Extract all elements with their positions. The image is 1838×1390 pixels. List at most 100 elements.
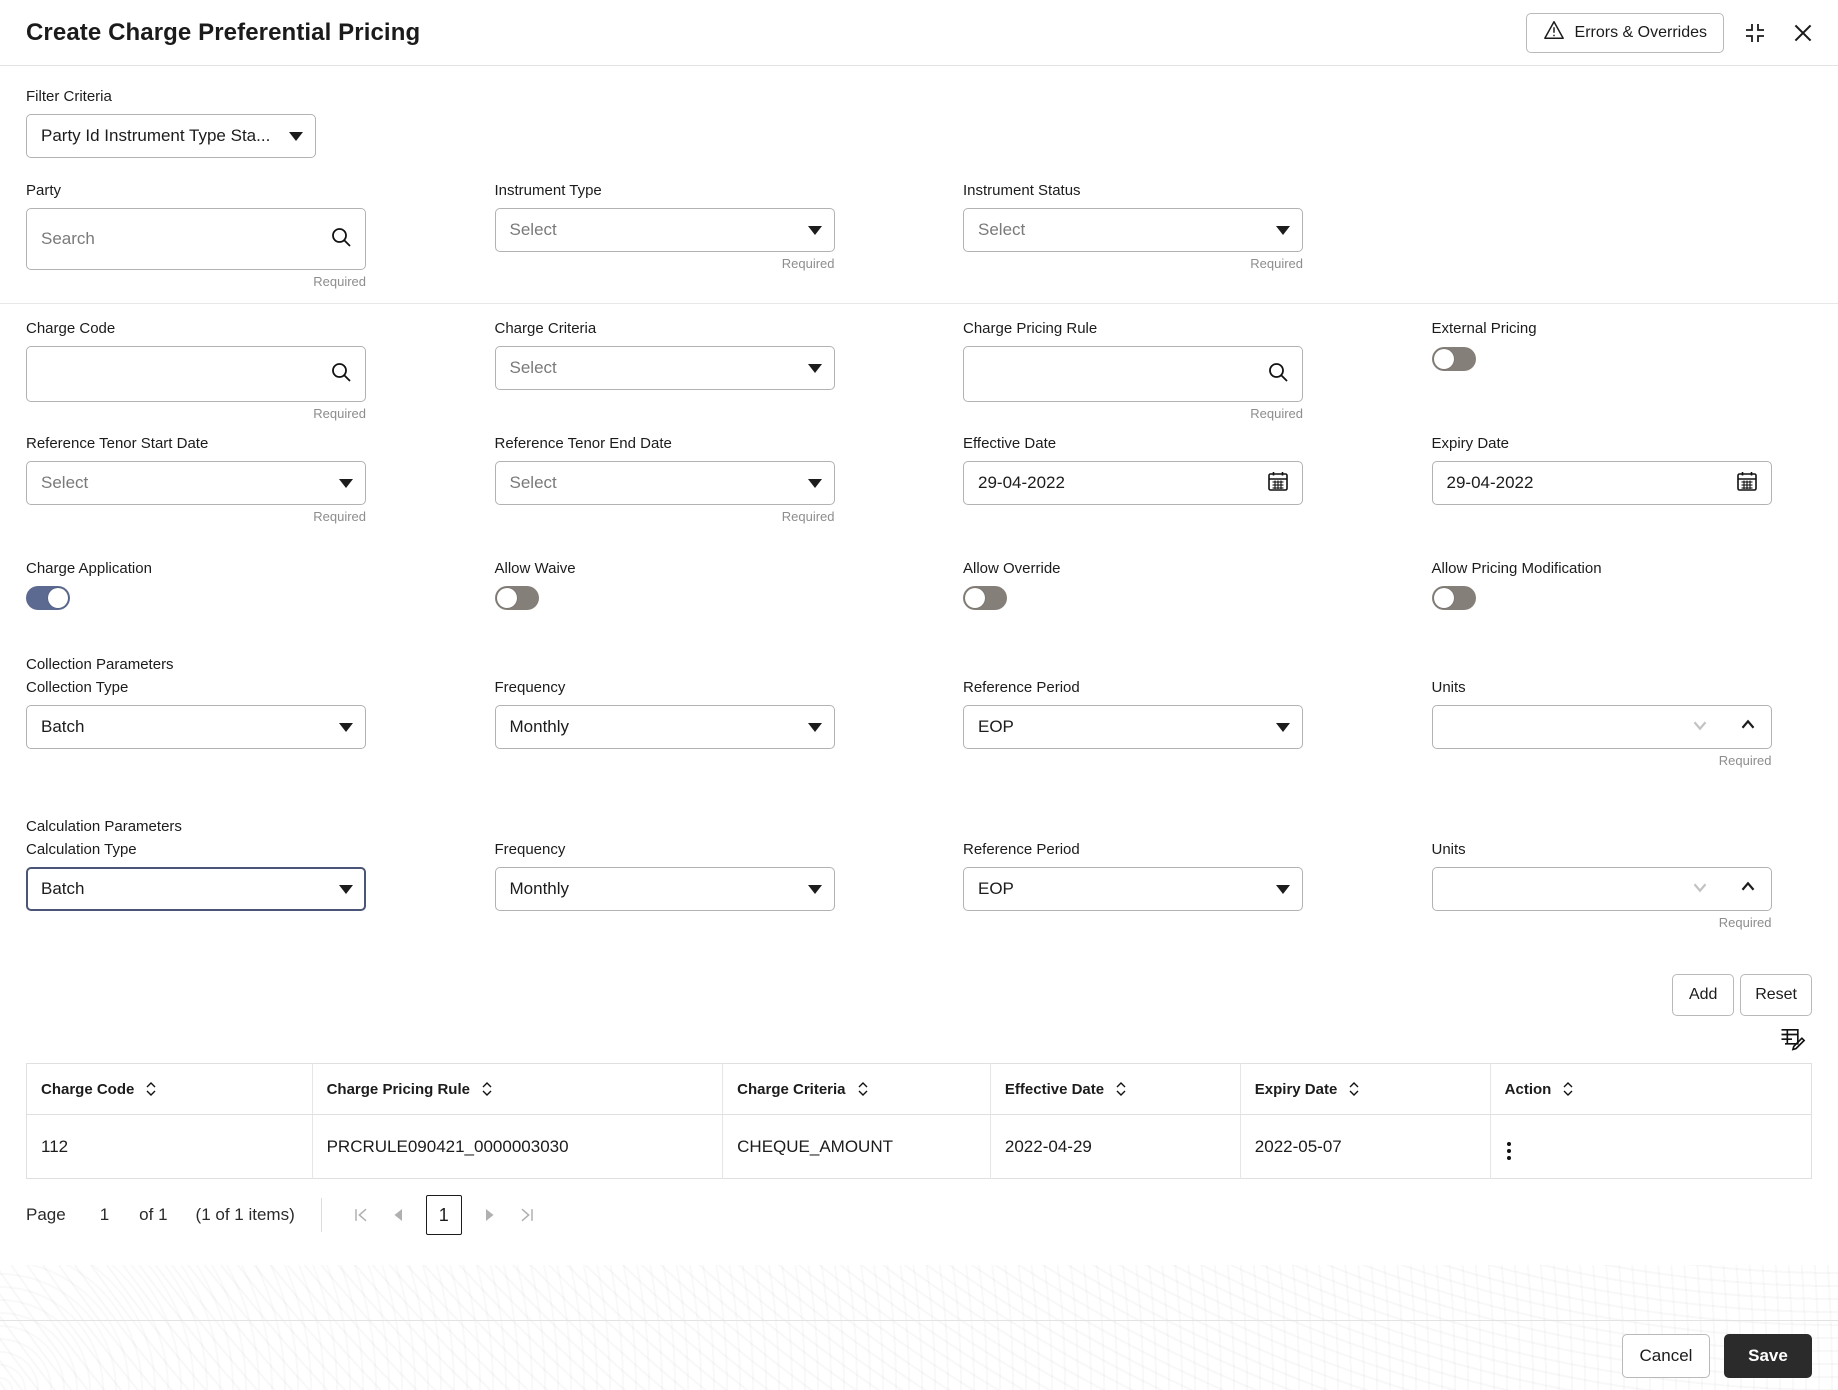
table-edit-icon[interactable] bbox=[1778, 1024, 1806, 1057]
ref-tenor-end-required-hint: Required bbox=[495, 509, 835, 524]
collapse-icon[interactable] bbox=[1738, 16, 1772, 50]
sort-icon[interactable] bbox=[480, 1080, 494, 1098]
collection-units-stepper[interactable] bbox=[1432, 705, 1772, 749]
calculation-units-stepper[interactable] bbox=[1432, 867, 1772, 911]
instrument-status-required-hint: Required bbox=[963, 256, 1303, 271]
stepper-up-icon[interactable] bbox=[1737, 714, 1759, 741]
allow-waive-toggle[interactable] bbox=[495, 586, 539, 610]
stepper-down-icon[interactable] bbox=[1689, 876, 1711, 903]
add-button[interactable]: Add bbox=[1672, 974, 1734, 1016]
collection-units-label: Units bbox=[1432, 679, 1813, 696]
pagination-of-label: of 1 bbox=[139, 1205, 167, 1225]
chevron-down-icon bbox=[1276, 226, 1290, 235]
first-page-icon[interactable] bbox=[342, 1196, 380, 1234]
column-header-charge-criteria[interactable]: Charge Criteria bbox=[723, 1064, 991, 1115]
field-allow-override: Allow Override bbox=[963, 550, 1344, 610]
collection-type-select[interactable]: Batch bbox=[26, 705, 366, 749]
errors-overrides-button[interactable]: Errors & Overrides bbox=[1526, 13, 1724, 53]
kebab-menu-icon[interactable] bbox=[1505, 1140, 1513, 1162]
next-page-icon[interactable] bbox=[470, 1196, 508, 1234]
instrument-type-select[interactable]: Select bbox=[495, 208, 835, 252]
collection-reference-period-value: EOP bbox=[978, 717, 1268, 737]
collection-frequency-value: Monthly bbox=[510, 717, 800, 737]
effective-date-input[interactable]: 29-04-2022 bbox=[963, 461, 1303, 505]
field-collection-type: Collection Type Batch bbox=[26, 675, 407, 768]
allow-override-toggle[interactable] bbox=[963, 586, 1007, 610]
calendar-icon[interactable] bbox=[1266, 469, 1290, 498]
charge-criteria-value: Select bbox=[510, 358, 800, 378]
charge-code-input[interactable] bbox=[26, 346, 366, 402]
external-pricing-toggle[interactable] bbox=[1432, 347, 1476, 371]
sort-icon[interactable] bbox=[1347, 1080, 1361, 1098]
column-header-charge-pricing-rule[interactable]: Charge Pricing Rule bbox=[312, 1064, 723, 1115]
calculation-type-select[interactable]: Batch bbox=[26, 867, 366, 911]
search-icon[interactable] bbox=[329, 360, 353, 389]
toggle-knob bbox=[1434, 588, 1454, 608]
sort-icon[interactable] bbox=[856, 1080, 870, 1098]
reset-button[interactable]: Reset bbox=[1740, 974, 1812, 1016]
charge-pricing-rule-input[interactable] bbox=[963, 346, 1303, 402]
cell-action bbox=[1490, 1115, 1811, 1179]
column-header-charge-code[interactable]: Charge Code bbox=[27, 1064, 313, 1115]
stepper-up-icon[interactable] bbox=[1737, 876, 1759, 903]
modal-window: Create Charge Preferential Pricing Error… bbox=[0, 0, 1838, 1390]
collection-frequency-select[interactable]: Monthly bbox=[495, 705, 835, 749]
field-ref-tenor-start: Reference Tenor Start Date Select Requir… bbox=[26, 425, 407, 524]
column-header-effective-date[interactable]: Effective Date bbox=[990, 1064, 1240, 1115]
cancel-button[interactable]: Cancel bbox=[1622, 1334, 1710, 1378]
field-effective-date: Effective Date 29-04-2022 bbox=[963, 425, 1344, 524]
table-row[interactable]: 112 PRCRULE090421_0000003030 CHEQUE_AMOU… bbox=[27, 1115, 1812, 1179]
column-header-expiry-date[interactable]: Expiry Date bbox=[1240, 1064, 1490, 1115]
close-icon[interactable] bbox=[1786, 16, 1820, 50]
form-body: Filter Criteria Party Id Instrument Type… bbox=[0, 66, 1838, 1320]
field-collection-frequency: Frequency Monthly bbox=[495, 675, 876, 768]
pagination-current-page[interactable]: 1 bbox=[426, 1195, 462, 1235]
last-page-icon[interactable] bbox=[508, 1196, 546, 1234]
page-title: Create Charge Preferential Pricing bbox=[26, 19, 420, 47]
prev-page-icon[interactable] bbox=[380, 1196, 418, 1234]
allow-pricing-modification-toggle[interactable] bbox=[1432, 586, 1476, 610]
stepper-down-icon[interactable] bbox=[1689, 714, 1711, 741]
titlebar-actions: Errors & Overrides bbox=[1526, 13, 1820, 53]
chevron-down-icon bbox=[808, 364, 822, 373]
field-instrument-type: Instrument Type Select Required bbox=[495, 172, 876, 289]
field-calculation-type: Calculation Type Batch bbox=[26, 837, 407, 930]
cell-charge-criteria: CHEQUE_AMOUNT bbox=[723, 1115, 991, 1179]
instrument-status-select[interactable]: Select bbox=[963, 208, 1303, 252]
ref-tenor-start-select[interactable]: Select bbox=[26, 461, 366, 505]
save-button[interactable]: Save bbox=[1724, 1334, 1812, 1378]
pagination: Page 1 of 1 (1 of 1 items) 1 bbox=[26, 1179, 1812, 1251]
calendar-icon[interactable] bbox=[1735, 469, 1759, 498]
sort-icon[interactable] bbox=[1114, 1080, 1128, 1098]
ref-tenor-end-label: Reference Tenor End Date bbox=[495, 435, 876, 452]
calculation-frequency-select[interactable]: Monthly bbox=[495, 867, 835, 911]
search-icon[interactable] bbox=[329, 225, 353, 254]
calculation-units-required-hint: Required bbox=[1432, 915, 1772, 930]
charge-row-1: Charge Code Required Charge Criteria bbox=[26, 310, 1812, 421]
collection-frequency-label: Frequency bbox=[495, 679, 876, 696]
expiry-date-input[interactable]: 29-04-2022 bbox=[1432, 461, 1772, 505]
search-icon[interactable] bbox=[1266, 360, 1290, 389]
warning-triangle-icon bbox=[1543, 19, 1565, 46]
chevron-down-icon bbox=[1276, 885, 1290, 894]
sort-icon[interactable] bbox=[144, 1080, 158, 1098]
results-table-wrapper: Charge Code Cha bbox=[26, 1063, 1812, 1179]
party-label: Party bbox=[26, 182, 407, 199]
cell-effective-date: 2022-04-29 bbox=[990, 1115, 1240, 1179]
collection-reference-period-select[interactable]: EOP bbox=[963, 705, 1303, 749]
field-ref-tenor-end: Reference Tenor End Date Select Required bbox=[495, 425, 876, 524]
charge-application-toggle[interactable] bbox=[26, 586, 70, 610]
party-search-input[interactable]: Search bbox=[26, 208, 366, 270]
party-row: Party Search Required Instrument Type bbox=[26, 172, 1812, 289]
filter-criteria-select[interactable]: Party Id Instrument Type Sta... bbox=[26, 114, 316, 158]
charge-criteria-select[interactable]: Select bbox=[495, 346, 835, 390]
column-label: Action bbox=[1505, 1081, 1552, 1098]
field-expiry-date: Expiry Date 29-04-2022 bbox=[1432, 425, 1813, 524]
pagination-divider bbox=[321, 1198, 322, 1232]
column-header-action[interactable]: Action bbox=[1490, 1064, 1811, 1115]
sort-icon[interactable] bbox=[1561, 1080, 1575, 1098]
ref-tenor-end-select[interactable]: Select bbox=[495, 461, 835, 505]
instrument-status-value: Select bbox=[978, 220, 1268, 240]
calculation-reference-period-select[interactable]: EOP bbox=[963, 867, 1303, 911]
field-allow-waive: Allow Waive bbox=[495, 550, 876, 610]
